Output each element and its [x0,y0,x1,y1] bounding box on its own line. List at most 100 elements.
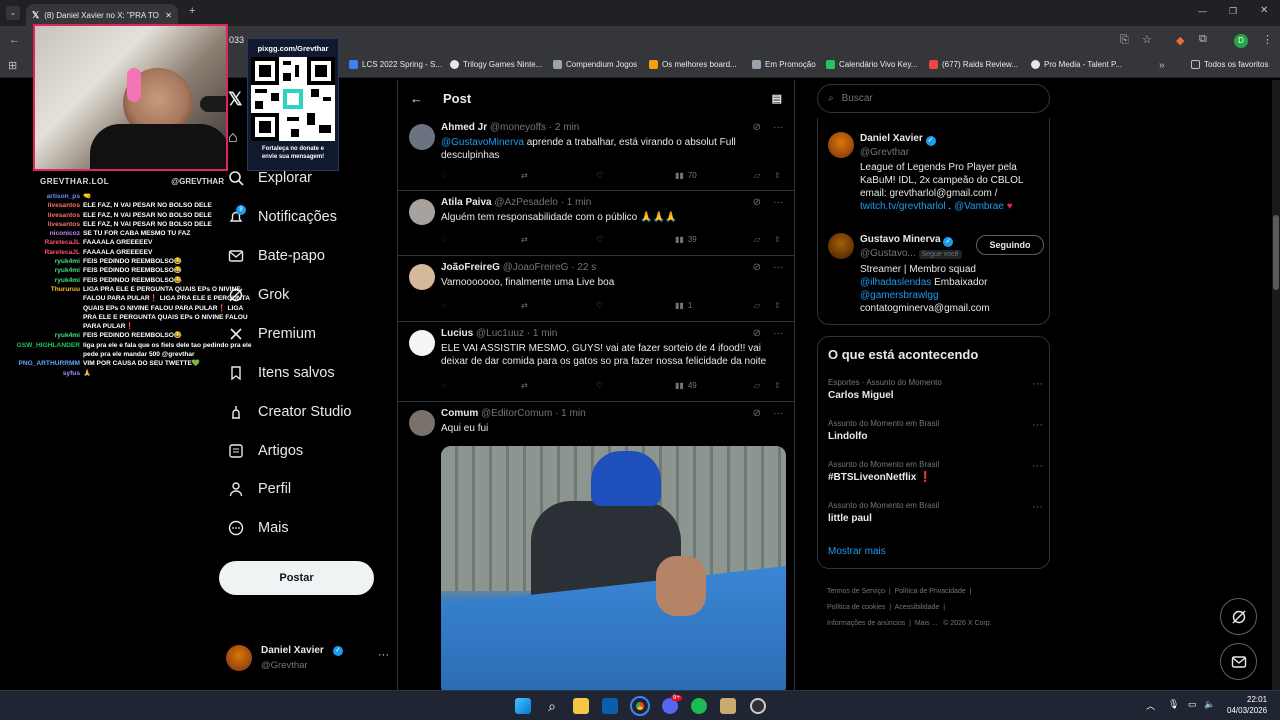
profile-name[interactable]: Daniel Xavier [860,133,923,144]
x-logo-icon[interactable]: 𝕏 [228,89,243,110]
nav-artigos[interactable]: Artigos [228,443,303,459]
obs-icon[interactable] [750,698,766,714]
tweet[interactable]: Atila Paiva @AzPesadelo · 1 min ⊘ ··· Alg… [398,191,794,256]
search-input[interactable]: ⌕ Buscar [817,84,1050,113]
tweet[interactable]: Lucius @Luc1uuz · 1 min ⊘ ··· ELE VAI ASS… [398,322,794,402]
tray-chevron-icon[interactable]: ︿ [1146,699,1155,712]
views-icon[interactable]: ▮▮ 39 [675,235,697,244]
bookmark-item[interactable]: Em Promoção [752,60,816,69]
more-dots-icon[interactable]: ··· [773,328,783,339]
like-icon[interactable]: ♡ [596,235,603,244]
footer-link[interactable]: Mais ... [915,620,938,627]
messages-fab-button[interactable] [1220,643,1257,680]
more-dots-icon[interactable]: ··· [378,649,389,661]
retweet-icon[interactable]: ⇄ [521,235,528,244]
profile-name[interactable]: Gustavo Minerva [860,234,941,245]
views-icon[interactable]: ▮▮ 70 [675,171,697,180]
grok-icon[interactable]: ⊘ [753,408,761,419]
bookmark-item[interactable]: Pro Media - Talent P... [1031,60,1122,69]
footer-link[interactable]: Política de Privacidade [895,588,966,595]
more-dots-icon[interactable]: ··· [1032,460,1043,472]
share-icon[interactable]: ⇧ [774,235,781,244]
retweet-icon[interactable]: ⇄ [521,381,528,390]
bookmark-icon[interactable]: ▱ [754,171,760,180]
apps-grid-icon[interactable]: ⊞ [8,59,17,72]
nav-explorar[interactable]: Explorar [228,170,312,186]
more-dots-icon[interactable]: ··· [773,122,783,133]
tweet-media-image[interactable] [441,446,786,690]
grok-icon[interactable]: ⊘ [753,262,761,273]
bookmark-item[interactable]: Compendium Jogos [553,60,637,69]
bookmark-icon[interactable]: ▱ [754,301,760,310]
grok-icon[interactable]: ⊘ [753,328,761,339]
account-switcher[interactable]: Daniel Xavier ✓ @Grevthar ··· [226,643,396,673]
post-button[interactable]: Postar [219,561,374,595]
twitch-link[interactable]: twitch.tv/grevtharlol [860,201,946,212]
restore-icon[interactable]: ❐ [1229,6,1237,17]
trend-item[interactable]: Assunto do Momento em Brasil little paul ·… [828,501,1043,524]
more-dots-icon[interactable]: ··· [773,262,783,273]
nav-mais[interactable]: Mais [228,520,289,536]
nav-creator-studio[interactable]: Creator Studio [228,404,352,420]
bookmarks-overflow-icon[interactable]: » [1159,60,1165,71]
network-icon[interactable]: ▭ [1188,699,1197,710]
reply-icon[interactable]: ◌ [441,301,446,310]
trend-item[interactable]: Assunto do Momento em Brasil #BTSLiveonNe… [828,460,1043,483]
views-icon[interactable]: ▮▮ 1 [675,301,692,310]
url-text[interactable]: 033 [229,35,244,45]
ilhadaslendas-link[interactable]: @ilhadaslendas [860,277,931,288]
minimize-icon[interactable]: — [1198,6,1207,16]
gamersbrawl-link[interactable]: @gamersbrawlgg [860,289,1045,302]
more-dots-icon[interactable]: ··· [1032,419,1043,431]
back-icon[interactable]: ← [9,34,20,46]
clock-time[interactable]: 22:01 [1247,695,1267,704]
share-icon[interactable]: ⇧ [774,171,781,180]
footer-link[interactable]: Acessibilidade [895,604,940,611]
trend-item[interactable]: Assunto do Momento em Brasil Lindolfo ··· [828,419,1043,442]
tweet[interactable]: Ahmed Jr @moneyoffs · 2 min ⊘ ··· @Gustav… [398,116,794,191]
more-dots-icon[interactable]: ··· [773,408,783,419]
like-icon[interactable]: ♡ [596,301,603,310]
following-button[interactable]: Seguindo [976,235,1044,255]
more-dots-icon[interactable]: ··· [773,197,783,208]
clock-date[interactable]: 04/03/2026 [1227,706,1267,715]
footer-link[interactable]: Política de cookies [827,604,885,611]
start-icon[interactable] [515,698,531,714]
window-close-icon[interactable]: ✕ [1260,5,1268,16]
league-client-icon[interactable] [720,698,736,714]
more-dots-icon[interactable]: ··· [1032,378,1043,390]
bookmark-item[interactable]: (677) Raids Review... [929,60,1018,69]
all-bookmarks[interactable]: Todos os favoritos [1191,60,1268,69]
browser-tab[interactable]: 𝕏 (8) Daniel Xavier no X: "PRA TO ✕ [26,4,178,26]
chrome-icon[interactable] [630,696,650,716]
volume-icon[interactable]: 🔈 [1204,699,1215,710]
share-icon[interactable]: ⇧ [774,381,781,390]
tweet[interactable]: JoãoFreireG @JoaoFreireG · 22 s ⊘ ··· Vam… [398,256,794,322]
cast-icon[interactable]: ⎘ [1120,34,1129,47]
bookmark-item[interactable]: Os melhores board... [649,60,737,69]
file-explorer-icon[interactable] [573,698,589,714]
reply-icon[interactable]: ◌ [441,235,446,244]
puzzle-icon[interactable]: ⧉ [1199,33,1207,46]
calculator-icon[interactable] [602,698,618,714]
mention-link[interactable]: @GustavoMinerva [441,137,524,148]
footer-link[interactable]: Termos de Serviço [827,588,885,595]
bookmark-icon[interactable]: ▱ [754,235,760,244]
mic-icon[interactable]: 🎙 [1168,699,1179,710]
retweet-icon[interactable]: ⇄ [521,301,528,310]
bookmark-item[interactable]: Trilogy Games Ninte... [450,60,542,69]
tab-search-icon[interactable]: ⌄ [6,6,20,20]
bookmark-icon[interactable]: ▱ [754,381,760,390]
profile-avatar[interactable]: D [1234,34,1248,48]
show-more-link[interactable]: Mostrar mais [828,546,886,557]
vambrae-link[interactable]: @Vambrae [954,201,1004,212]
search-icon[interactable]: ⌕ [544,698,560,714]
reply-icon[interactable]: ◌ [441,171,446,180]
scrollbar-thumb[interactable] [1273,215,1279,290]
nav-perfil[interactable]: Perfil [228,481,291,497]
footer-link[interactable]: Informações de anúncios [827,620,905,627]
trend-item[interactable]: Esportes · Assunto do Momento Carlos Migu… [828,378,1043,401]
home-icon[interactable]: ⌂ [228,129,238,147]
retweet-icon[interactable]: ⇄ [521,171,528,180]
tweet[interactable]: Comum @EditorComum · 1 min ⊘ ··· Aqui eu … [398,402,794,690]
